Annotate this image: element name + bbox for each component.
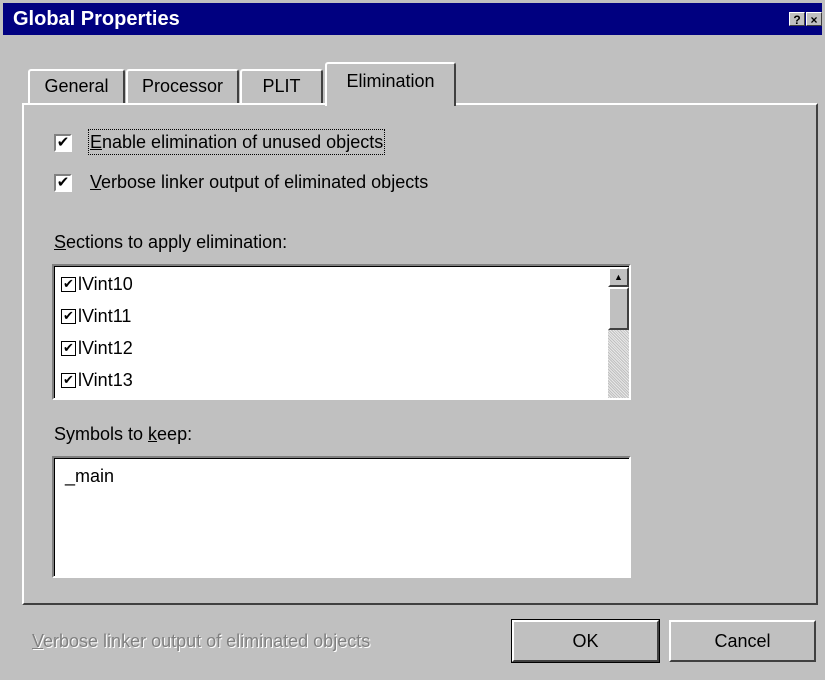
check-icon: ✔ bbox=[63, 308, 74, 323]
enable-elimination-checkbox[interactable]: ✔ bbox=[54, 134, 72, 152]
section-name: lVint10 bbox=[78, 274, 133, 294]
enable-elimination-label[interactable]: Enable elimination of unused objects bbox=[87, 129, 386, 155]
close-button[interactable]: × bbox=[806, 12, 822, 27]
symbols-textarea[interactable]: _main bbox=[52, 456, 631, 578]
section-checkbox[interactable]: ✔ bbox=[61, 373, 76, 388]
symbols-label-post: eep: bbox=[157, 424, 193, 444]
sections-label-rest: ections to apply elimination: bbox=[66, 232, 288, 252]
cancel-button-label: Cancel bbox=[714, 631, 771, 651]
tab-general[interactable]: General bbox=[28, 69, 125, 103]
global-properties-dialog: Global Properties ? × General Processor … bbox=[0, 0, 825, 680]
window-title: Global Properties bbox=[13, 8, 180, 30]
symbols-textarea-value[interactable]: _main bbox=[54, 458, 629, 576]
status-text-accel: V bbox=[32, 631, 44, 651]
enable-elimination-label-rest: nable elimination of unused objects bbox=[102, 132, 384, 152]
tab-plit[interactable]: PLIT bbox=[240, 69, 323, 103]
cancel-button[interactable]: Cancel bbox=[669, 620, 816, 662]
scroll-up-button[interactable]: ▲ bbox=[608, 267, 629, 287]
check-icon: ✔ bbox=[56, 174, 70, 191]
symbols-label: Symbols to keep: bbox=[54, 423, 192, 445]
enable-elimination-accel: E bbox=[90, 132, 103, 152]
symbols-label-accel: k bbox=[148, 424, 158, 444]
sections-listbox-inner: ✔ lVint10 ✔ lVint11 ✔ lVint12 ✔ lVint13 … bbox=[54, 266, 629, 398]
chevron-up-icon: ▲ bbox=[614, 272, 623, 282]
tab-elimination-label: Elimination bbox=[346, 71, 435, 91]
scroll-thumb[interactable] bbox=[608, 287, 629, 330]
section-checkbox[interactable]: ✔ bbox=[61, 309, 76, 324]
check-icon: ✔ bbox=[63, 372, 74, 387]
tab-processor-label: Processor bbox=[141, 76, 224, 96]
ok-button[interactable]: OK bbox=[511, 619, 660, 663]
verbose-output-label[interactable]: Verbose linker output of eliminated obje… bbox=[90, 171, 428, 193]
sections-label: Sections to apply elimination: bbox=[54, 231, 287, 253]
help-button[interactable]: ? bbox=[789, 12, 805, 27]
symbols-label-pre: Symbols to bbox=[54, 424, 149, 444]
status-text-rest: erbose linker output of eliminated objec… bbox=[43, 631, 371, 651]
section-name: lVint12 bbox=[78, 338, 133, 358]
section-checkbox[interactable]: ✔ bbox=[61, 341, 76, 356]
title-bar: Global Properties ? × bbox=[3, 3, 822, 35]
status-text: Verbose linker output of eliminated obje… bbox=[32, 630, 370, 652]
sections-label-accel: S bbox=[54, 232, 67, 252]
tab-general-label: General bbox=[44, 76, 109, 96]
sections-scrollbar[interactable]: ▲ bbox=[608, 267, 629, 398]
section-name: lVint13 bbox=[78, 370, 133, 390]
verbose-output-checkbox[interactable]: ✔ bbox=[54, 174, 72, 192]
tab-elimination[interactable]: Elimination bbox=[325, 62, 456, 106]
verbose-output-accel: V bbox=[90, 172, 102, 192]
check-icon: ✔ bbox=[56, 134, 70, 151]
verbose-output-label-rest: erbose linker output of eliminated objec… bbox=[101, 172, 429, 192]
check-icon: ✔ bbox=[63, 276, 74, 291]
tab-plit-label: PLIT bbox=[262, 76, 301, 96]
check-icon: ✔ bbox=[63, 340, 74, 355]
section-checkbox[interactable]: ✔ bbox=[61, 277, 76, 292]
section-name: lVint11 bbox=[78, 306, 132, 326]
tab-processor[interactable]: Processor bbox=[126, 69, 239, 103]
ok-button-label: OK bbox=[572, 631, 599, 651]
sections-listbox[interactable]: ✔ lVint10 ✔ lVint11 ✔ lVint12 ✔ lVint13 … bbox=[52, 264, 631, 400]
